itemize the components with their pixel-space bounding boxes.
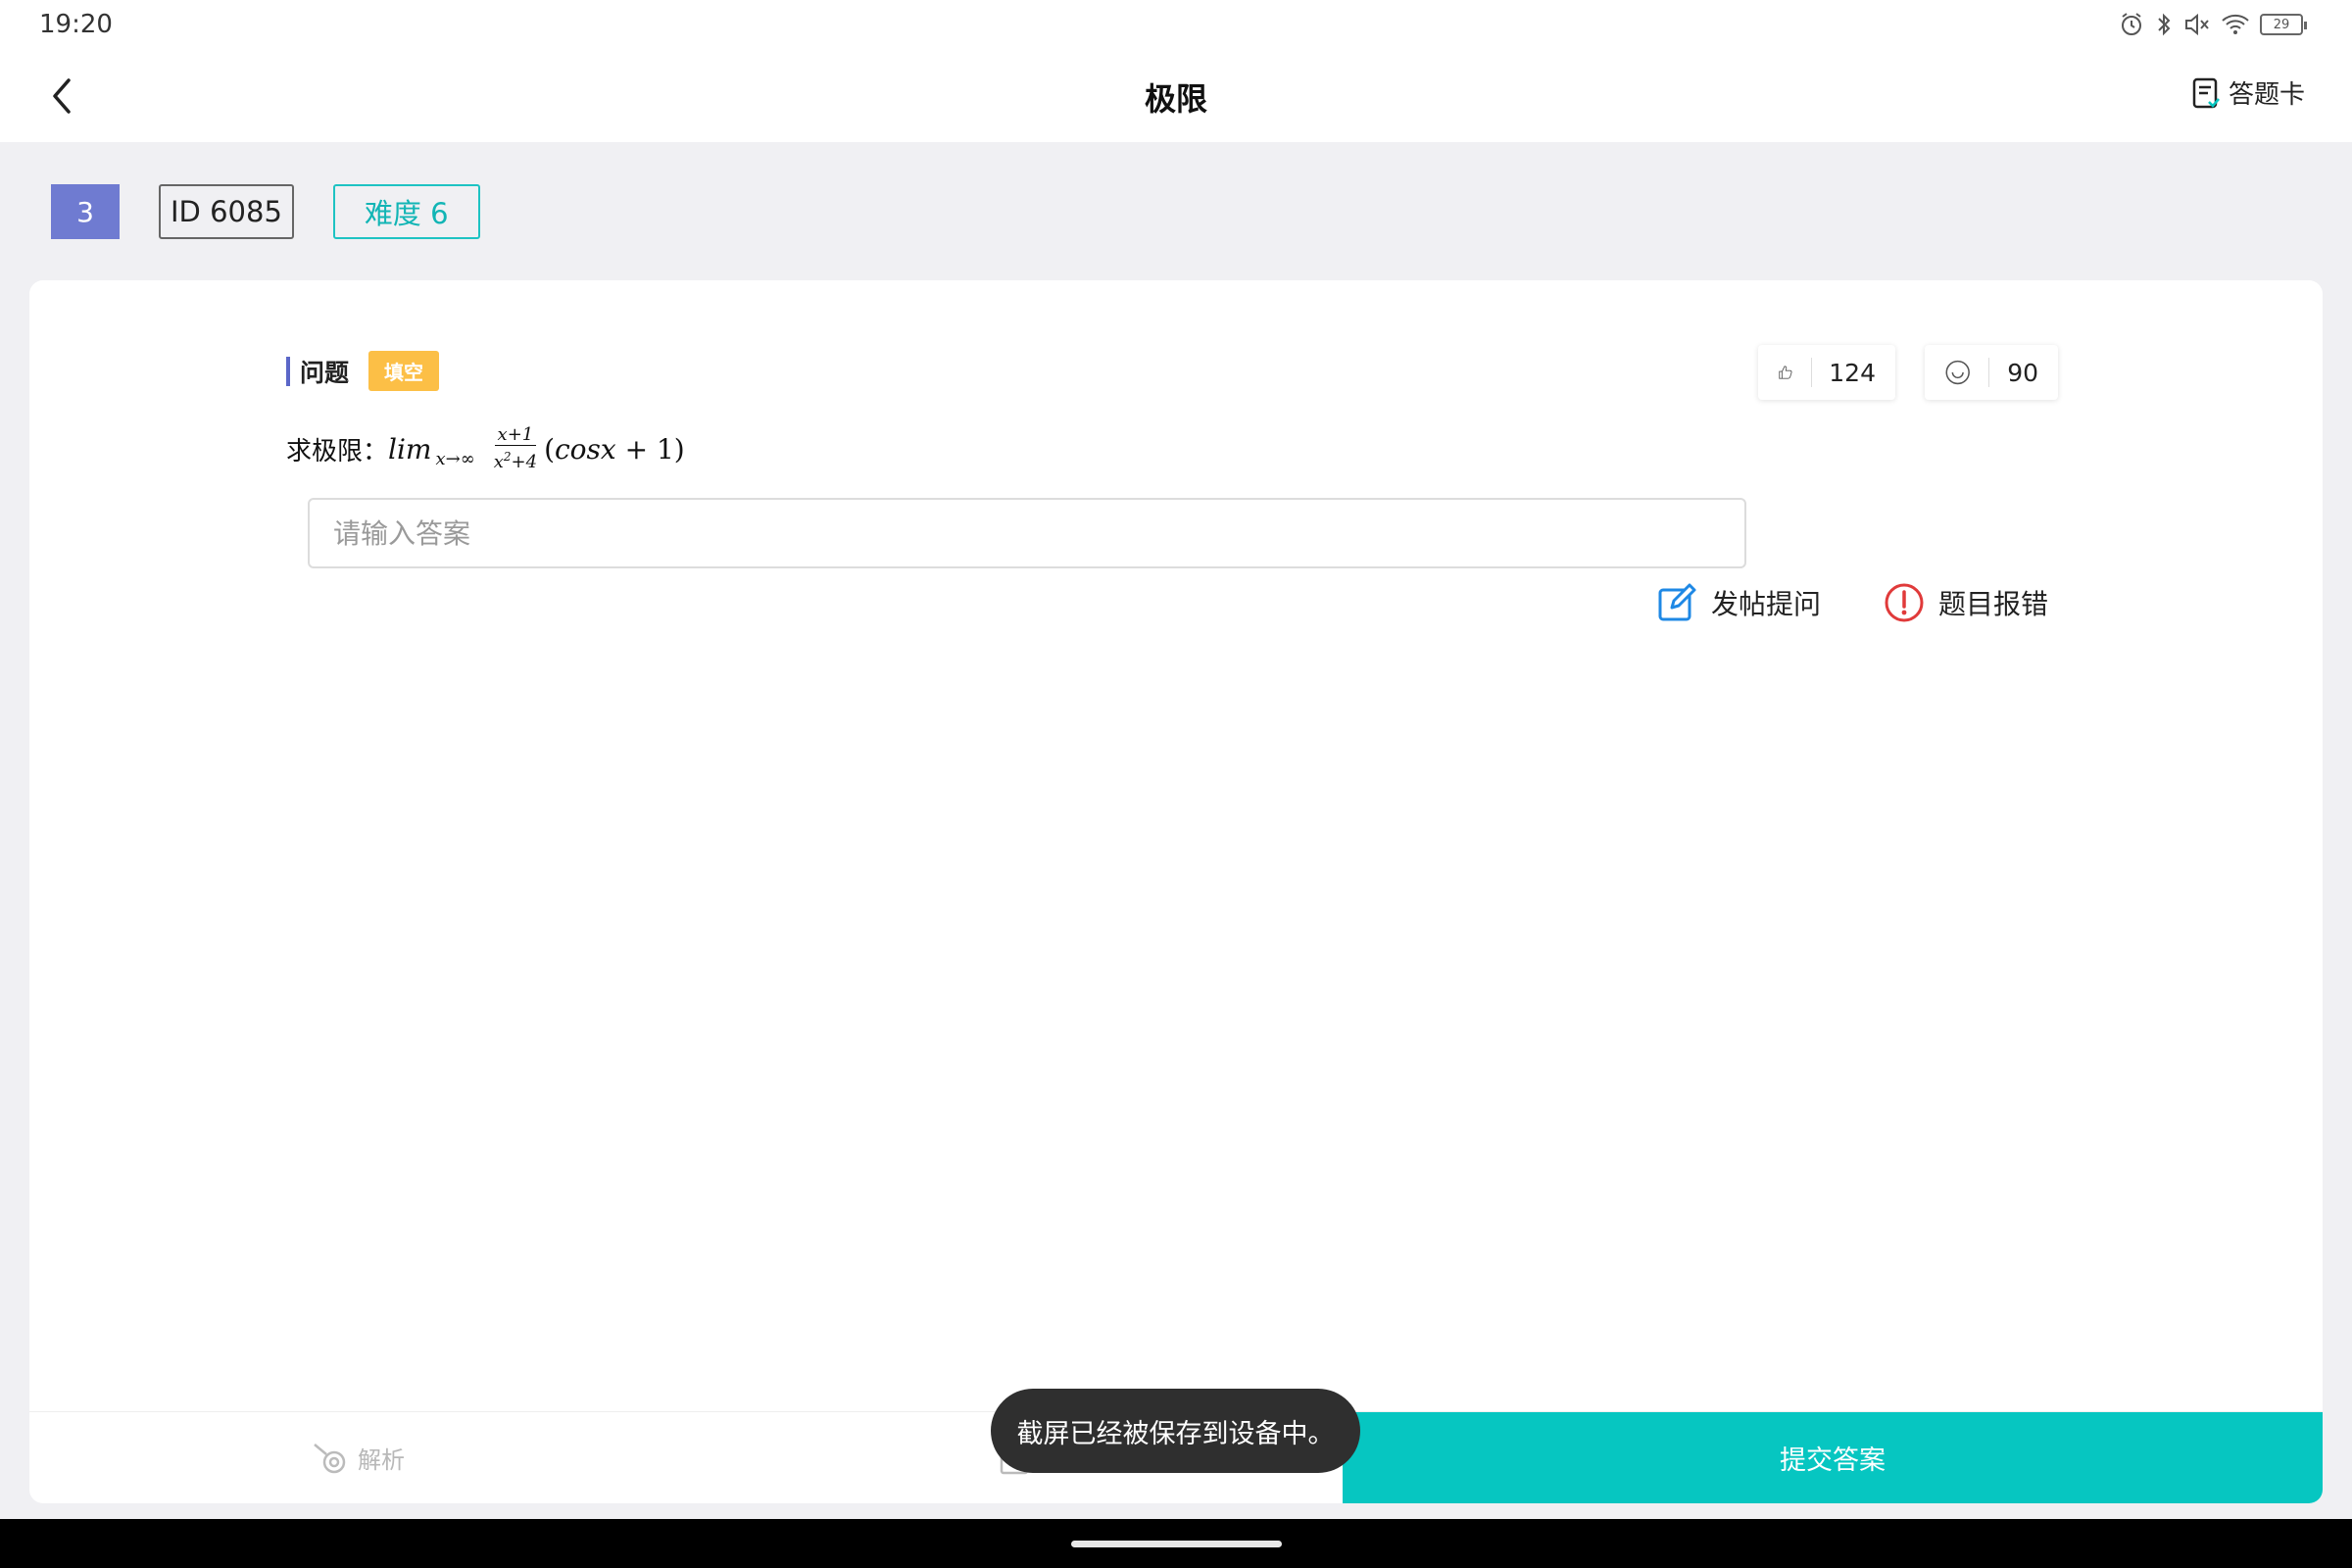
limit-expression: lim x→∞ x+1 x2+4 ( cosx + 1) <box>388 425 685 473</box>
status-bar: 19:20 29 <box>0 0 2352 49</box>
post-question-label: 发帖提问 <box>1710 588 1821 620</box>
analysis-label: 解析 <box>358 1446 405 1474</box>
smile-separator <box>1988 358 1990 387</box>
report-error-button[interactable]: 题目报错 <box>1884 582 2048 623</box>
question-section-header: 问题 填空 <box>286 351 440 391</box>
battery-level: 29 <box>2273 17 2290 32</box>
smile-button[interactable]: 90 <box>1925 345 2058 400</box>
smile-icon <box>1945 360 1970 385</box>
alarm-icon <box>2122 13 2141 35</box>
den-x: x <box>493 452 504 472</box>
plus-one-term: + 1) <box>615 433 685 466</box>
section-accent-bar <box>286 356 290 386</box>
answer-card-icon <box>2192 77 2220 108</box>
battery-icon: 29 <box>2260 14 2307 35</box>
analysis-button[interactable]: 解析 <box>29 1412 686 1503</box>
screenshot-toast: 截屏已经被保存到设备中。 <box>991 1389 1360 1473</box>
like-count: 124 <box>1829 358 1876 387</box>
answer-input[interactable] <box>308 498 1746 568</box>
question-stem: 求极限： lim x→∞ x+1 x2+4 ( cosx + 1) <box>286 425 685 473</box>
edit-icon <box>1658 583 1696 621</box>
question-tags: 3 ID 6085 难度 6 <box>51 184 480 239</box>
question-id-tag: ID 6085 <box>159 184 294 239</box>
answer-card-label: 答题卡 <box>2228 80 2305 110</box>
analysis-icon <box>314 1443 346 1473</box>
fraction-numerator: x+1 <box>494 425 537 446</box>
page-title: 极限 <box>1144 80 1207 118</box>
cos-term: cosx <box>555 433 616 466</box>
section-label: 问题 <box>300 358 350 387</box>
question-number-tag: 3 <box>51 184 120 239</box>
den-rest: +4 <box>511 452 538 472</box>
den-exponent: 2 <box>503 450 512 464</box>
question-type-badge: 填空 <box>368 351 440 391</box>
mute-icon <box>2185 13 2209 36</box>
status-icons: 29 <box>2119 12 2307 37</box>
paren-open: ( <box>544 433 555 466</box>
status-time: 19:20 <box>39 10 113 39</box>
submit-answer-button[interactable]: 提交答案 <box>1343 1412 2323 1503</box>
wifi-icon <box>2222 14 2249 34</box>
submit-answer-label: 提交答案 <box>1780 1446 1886 1476</box>
answer-card-button[interactable]: 答题卡 <box>2191 74 2305 111</box>
alert-circle-icon <box>1885 583 1924 622</box>
report-error-label: 题目报错 <box>1937 588 2048 620</box>
thumbs-up-icon <box>1779 366 1792 379</box>
question-card: 问题 填空 124 90 求极限： lim x→∞ x+1 x2+4 ( cos… <box>29 280 2323 1503</box>
system-nav-bar <box>0 1519 2352 1568</box>
post-question-button[interactable]: 发帖提问 <box>1656 582 1821 623</box>
lim-text: lim <box>388 433 432 466</box>
fraction: x+1 x2+4 <box>491 425 540 473</box>
lim-subscript: x→∞ <box>435 449 475 469</box>
fraction-denominator: x2+4 <box>491 446 540 473</box>
bluetooth-icon <box>2158 13 2171 36</box>
stem-prefix: 求极限： <box>286 437 389 466</box>
question-actions: 发帖提问 题目报错 <box>1656 582 2048 623</box>
home-gesture-handle[interactable] <box>1071 1541 1282 1547</box>
difficulty-tag: 难度 6 <box>332 184 480 239</box>
app-header: 极限 答题卡 <box>0 49 2352 142</box>
smile-count: 90 <box>2007 358 2038 387</box>
like-button[interactable]: 124 <box>1758 345 1895 400</box>
